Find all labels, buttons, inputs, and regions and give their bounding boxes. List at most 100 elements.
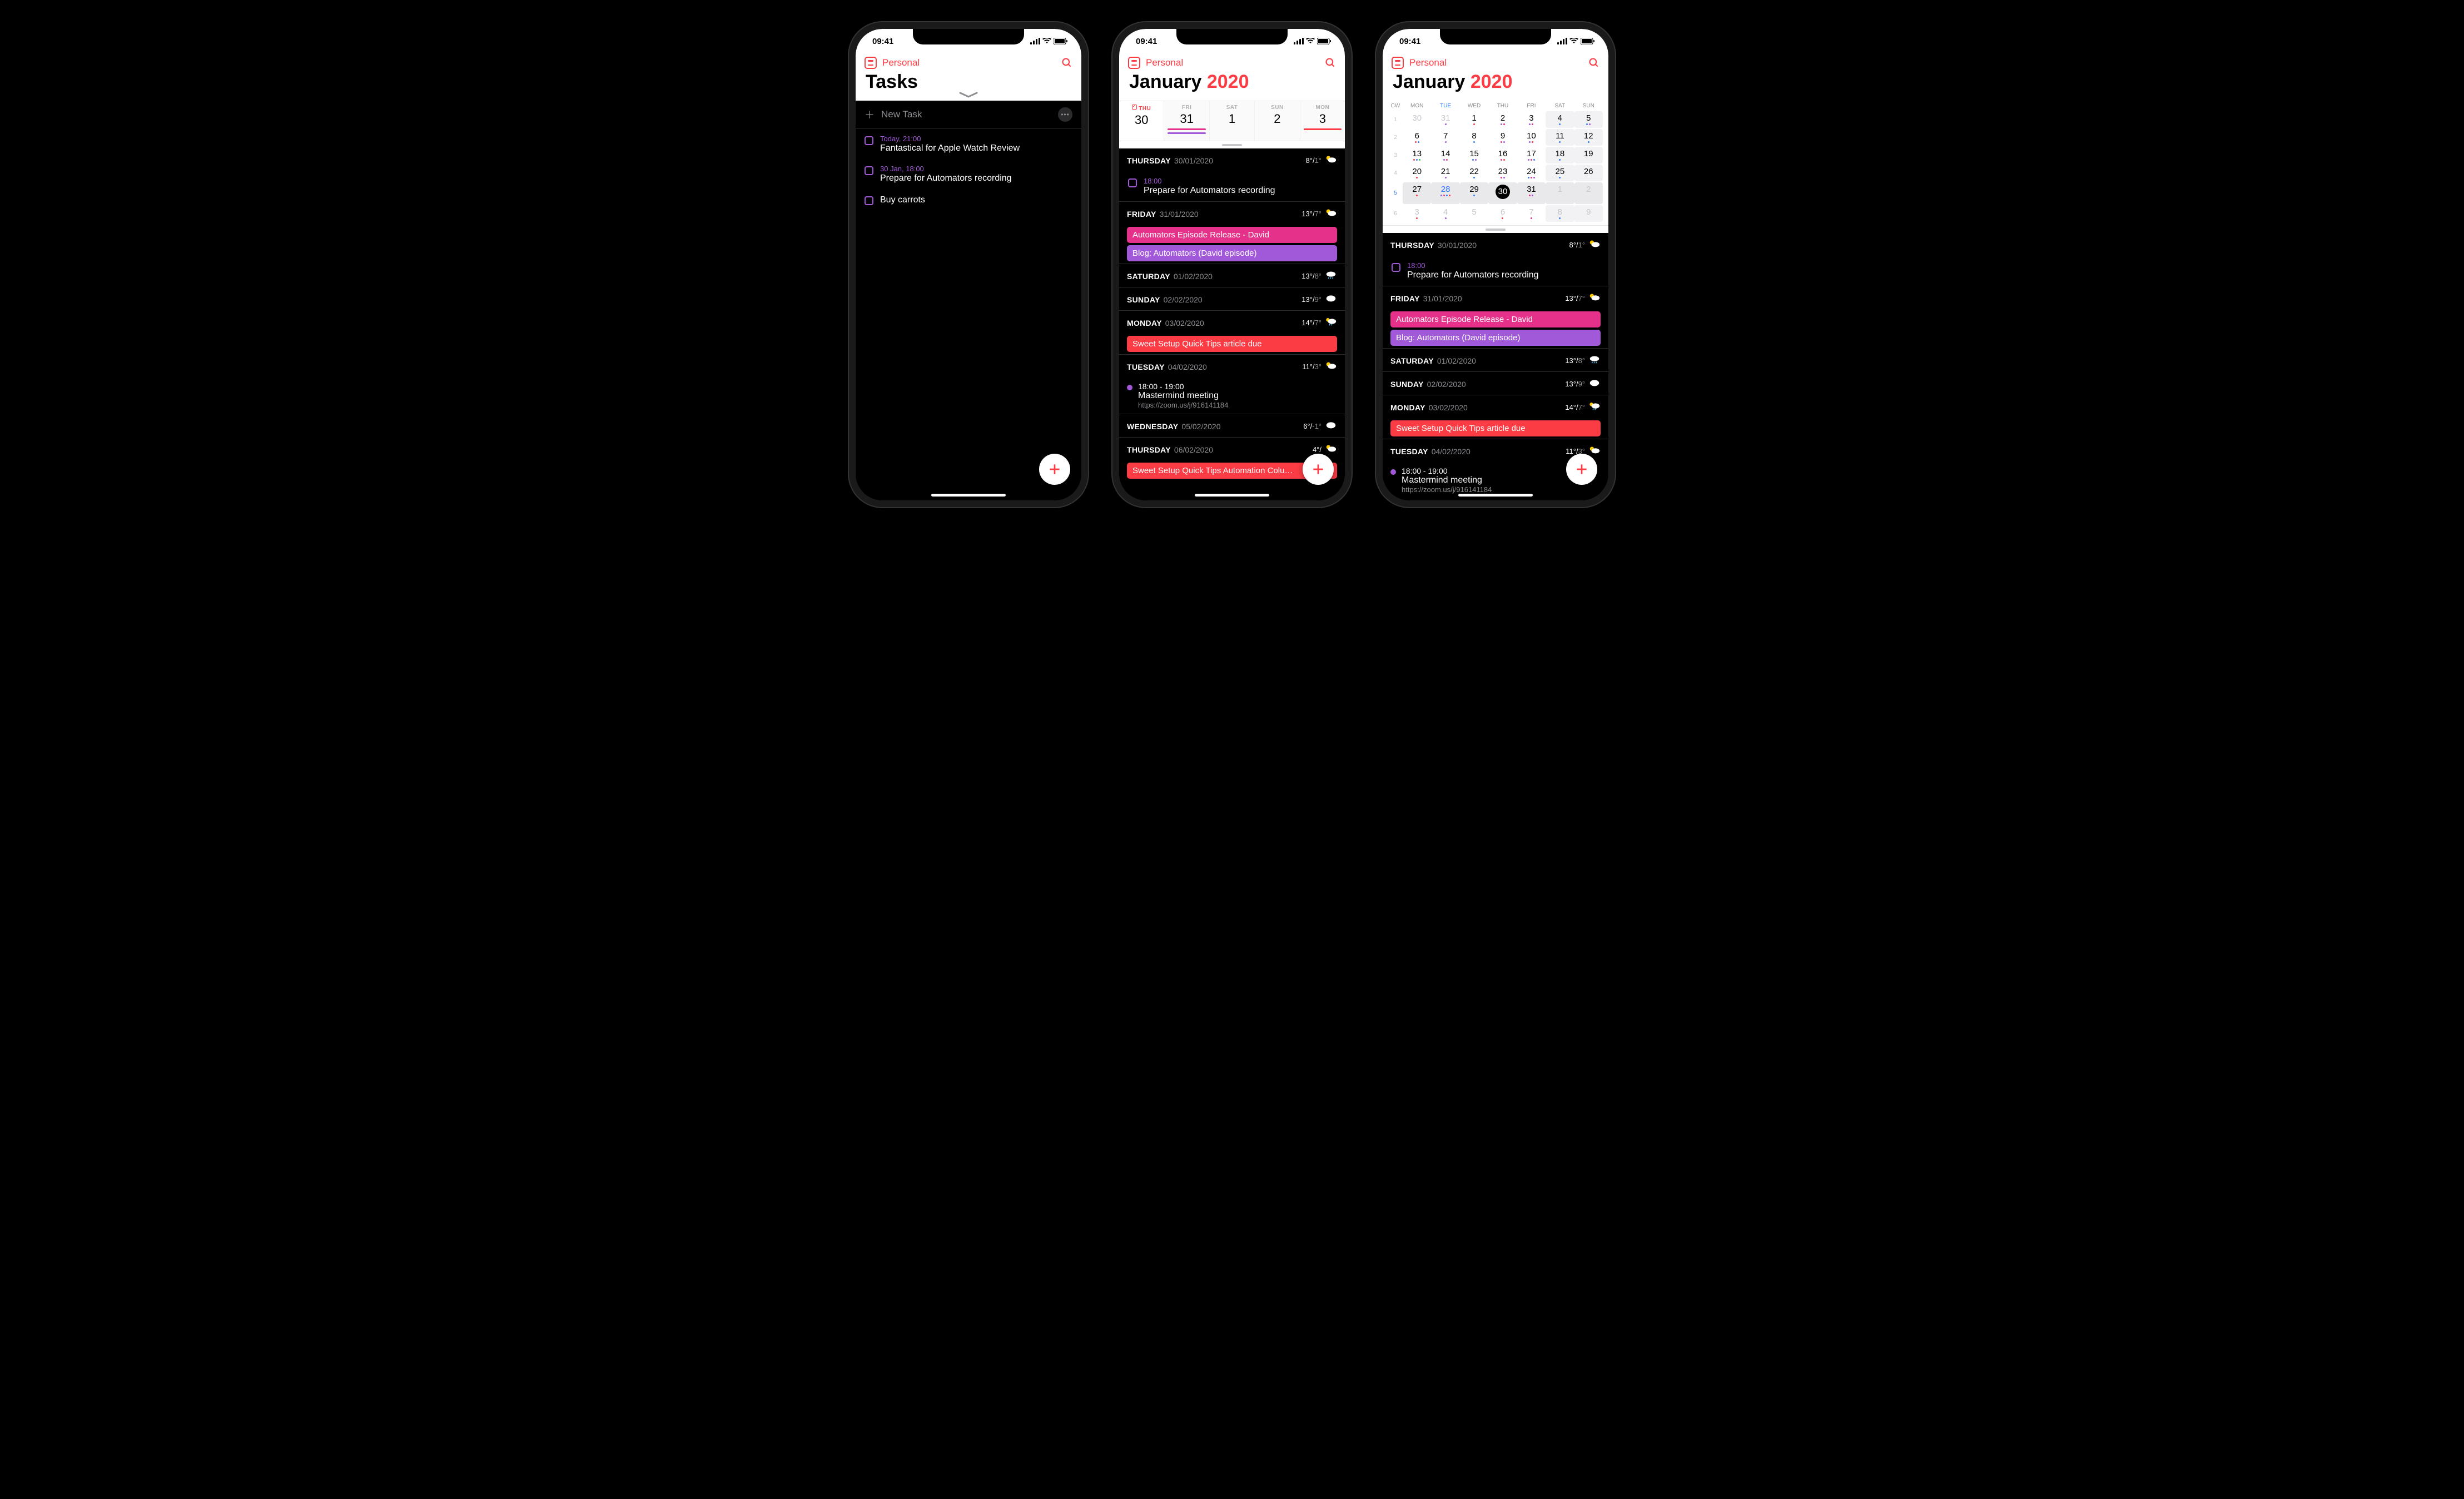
agenda-event[interactable]: 18:00 - 19:00Mastermind meetinghttps://z… bbox=[1119, 378, 1345, 414]
task-checkbox[interactable] bbox=[865, 196, 873, 205]
week-day-col[interactable]: SAT1 bbox=[1209, 101, 1254, 141]
all-day-event[interactable]: Automators Episode Release - David bbox=[1127, 227, 1337, 243]
month-day-cell[interactable]: 27 bbox=[1403, 182, 1431, 204]
event-color-dot bbox=[1127, 385, 1132, 390]
month-day-cell[interactable]: 6 bbox=[1403, 129, 1431, 146]
home-indicator[interactable] bbox=[1458, 494, 1533, 497]
month-day-cell[interactable]: 11 bbox=[1546, 129, 1574, 146]
month-day-cell[interactable]: 31 bbox=[1431, 111, 1459, 128]
task-time: 18:00 bbox=[1144, 177, 1336, 185]
month-day-cell[interactable]: 30 bbox=[1403, 111, 1431, 128]
month-day-cell[interactable]: 5 bbox=[1460, 205, 1488, 222]
chevron-down-icon[interactable] bbox=[959, 92, 978, 98]
calendar-set-button[interactable]: Personal bbox=[1409, 57, 1588, 68]
month-day-cell[interactable]: 7 bbox=[1517, 205, 1546, 222]
month-title[interactable]: January 2020 bbox=[1129, 71, 1249, 92]
month-day-cell[interactable]: 19 bbox=[1574, 147, 1603, 163]
task-item[interactable]: Today, 21:00Fantastical for Apple Watch … bbox=[856, 129, 1081, 159]
more-button[interactable]: ••• bbox=[1058, 107, 1072, 122]
day-header: FRIDAY31/01/202013°/7° bbox=[1119, 201, 1345, 225]
month-day-cell[interactable]: 28 bbox=[1431, 182, 1459, 204]
task-item[interactable]: 30 Jan, 18:00Prepare for Automators reco… bbox=[856, 159, 1081, 189]
month-day-cell[interactable]: 4 bbox=[1431, 205, 1459, 222]
task-checkbox[interactable] bbox=[1392, 263, 1400, 272]
week-scroller[interactable]: THU30FRI31SAT1SUN2MON3 bbox=[1119, 101, 1345, 141]
calendar-set-button[interactable]: Personal bbox=[1146, 57, 1325, 68]
all-day-event[interactable]: Blog: Automators (David episode) bbox=[1127, 245, 1337, 261]
month-day-cell[interactable]: 9 bbox=[1574, 205, 1603, 222]
month-day-cell[interactable]: 26 bbox=[1574, 165, 1603, 181]
calendar-set-button[interactable]: Personal bbox=[882, 57, 1061, 68]
new-task-label: New Task bbox=[881, 109, 1058, 120]
search-icon[interactable] bbox=[1061, 57, 1072, 68]
month-title[interactable]: January 2020 bbox=[1393, 71, 1513, 92]
month-day-cell[interactable]: 8 bbox=[1460, 129, 1488, 146]
month-day-cell[interactable]: 31 bbox=[1517, 182, 1546, 204]
all-day-event[interactable]: Sweet Setup Quick Tips article due bbox=[1390, 420, 1601, 436]
week-day-col[interactable]: FRI31 bbox=[1164, 101, 1209, 141]
weather-icon bbox=[1588, 292, 1601, 305]
all-day-event[interactable]: Blog: Automators (David episode) bbox=[1390, 330, 1601, 346]
add-button[interactable] bbox=[1039, 454, 1070, 485]
day-header: SUNDAY02/02/202013°/9° bbox=[1119, 287, 1345, 310]
calendar-sets-icon[interactable] bbox=[865, 57, 877, 69]
agenda-task[interactable]: 18:00Prepare for Automators recording bbox=[1119, 171, 1345, 201]
month-day-cell[interactable]: 24 bbox=[1517, 165, 1546, 181]
event-title: Mastermind meeting bbox=[1138, 391, 1337, 401]
month-day-cell[interactable]: 3 bbox=[1403, 205, 1431, 222]
agenda-task[interactable]: 18:00Prepare for Automators recording bbox=[1383, 256, 1608, 286]
week-day-col[interactable]: MON3 bbox=[1300, 101, 1345, 141]
new-task-row[interactable]: ＋ New Task ••• bbox=[856, 101, 1081, 129]
month-day-cell[interactable]: 14 bbox=[1431, 147, 1459, 163]
month-day-cell[interactable]: 18 bbox=[1546, 147, 1574, 163]
task-checkbox[interactable] bbox=[1128, 178, 1137, 187]
month-day-cell[interactable]: 22 bbox=[1460, 165, 1488, 181]
month-day-cell[interactable]: 23 bbox=[1488, 165, 1517, 181]
month-day-cell[interactable]: 7 bbox=[1431, 129, 1459, 146]
month-day-cell[interactable]: 30 bbox=[1488, 182, 1517, 204]
week-day-col[interactable]: SUN2 bbox=[1254, 101, 1299, 141]
add-button[interactable] bbox=[1303, 454, 1334, 485]
calendar-sets-icon[interactable] bbox=[1128, 57, 1140, 69]
calendar-week-number: 2 bbox=[1388, 135, 1403, 141]
month-day-cell[interactable]: 15 bbox=[1460, 147, 1488, 163]
month-day-cell[interactable]: 10 bbox=[1517, 129, 1546, 146]
add-button[interactable] bbox=[1566, 454, 1597, 485]
task-checkbox[interactable] bbox=[865, 166, 873, 175]
month-day-cell[interactable]: 1 bbox=[1546, 182, 1574, 204]
month-day-cell[interactable]: 9 bbox=[1488, 129, 1517, 146]
month-day-cell[interactable]: 17 bbox=[1517, 147, 1546, 163]
month-day-cell[interactable]: 29 bbox=[1460, 182, 1488, 204]
month-day-cell[interactable]: 2 bbox=[1574, 182, 1603, 204]
month-day-cell[interactable]: 6 bbox=[1488, 205, 1517, 222]
task-title: Prepare for Automators recording bbox=[1144, 186, 1336, 196]
home-indicator[interactable] bbox=[931, 494, 1006, 497]
month-header: THU bbox=[1488, 103, 1517, 110]
month-day-cell[interactable]: 21 bbox=[1431, 165, 1459, 181]
month-day-cell[interactable]: 4 bbox=[1546, 111, 1574, 128]
calendar-sets-icon[interactable] bbox=[1392, 57, 1404, 69]
month-day-cell[interactable]: 13 bbox=[1403, 147, 1431, 163]
month-day-cell[interactable]: 12 bbox=[1574, 129, 1603, 146]
all-day-event[interactable]: Automators Episode Release - David bbox=[1390, 311, 1601, 327]
search-icon[interactable] bbox=[1325, 57, 1336, 68]
month-header: MON bbox=[1403, 103, 1431, 110]
pull-handle[interactable] bbox=[1383, 225, 1608, 233]
month-day-cell[interactable]: 16 bbox=[1488, 147, 1517, 163]
month-day-cell[interactable]: 20 bbox=[1403, 165, 1431, 181]
month-day-cell[interactable]: 25 bbox=[1546, 165, 1574, 181]
month-grid[interactable]: CWMONTUEWEDTHUFRISATSUN13031123452678910… bbox=[1383, 101, 1608, 225]
task-item[interactable]: Buy carrots bbox=[856, 189, 1081, 211]
week-day-col[interactable]: THU30 bbox=[1119, 101, 1164, 141]
home-indicator[interactable] bbox=[1195, 494, 1269, 497]
month-day-cell[interactable]: 5 bbox=[1574, 111, 1603, 128]
month-day-cell[interactable]: 3 bbox=[1517, 111, 1546, 128]
search-icon[interactable] bbox=[1588, 57, 1599, 68]
all-day-event[interactable]: Sweet Setup Quick Tips article due bbox=[1127, 336, 1337, 352]
task-checkbox[interactable] bbox=[865, 136, 873, 145]
month-day-cell[interactable]: 1 bbox=[1460, 111, 1488, 128]
day-header: MONDAY03/02/202014°/7° bbox=[1383, 395, 1608, 418]
pull-handle[interactable] bbox=[1119, 141, 1345, 148]
month-day-cell[interactable]: 8 bbox=[1546, 205, 1574, 222]
month-day-cell[interactable]: 2 bbox=[1488, 111, 1517, 128]
